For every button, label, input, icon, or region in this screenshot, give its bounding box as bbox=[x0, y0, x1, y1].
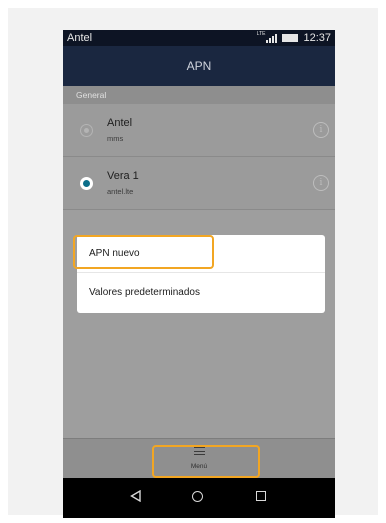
home-circle-icon[interactable] bbox=[192, 491, 203, 502]
reset-defaults-option[interactable]: Valores predeterminados bbox=[77, 273, 325, 311]
apn-item-antel[interactable]: Antel mms i bbox=[63, 104, 335, 157]
apn-value: mms bbox=[107, 134, 124, 143]
radio-selected-icon[interactable] bbox=[80, 176, 93, 190]
bottom-bar: Menú bbox=[63, 438, 335, 479]
radio-unselected-icon[interactable] bbox=[80, 123, 93, 137]
status-icons: LTE 12:37 bbox=[256, 31, 331, 44]
app-bar: APN bbox=[63, 46, 335, 86]
status-bar: Antel LTE 12:37 bbox=[63, 30, 335, 46]
info-icon[interactable]: i bbox=[313, 175, 329, 191]
reset-defaults-label: Valores predeterminados bbox=[89, 286, 200, 298]
carrier-name: Antel bbox=[67, 32, 93, 44]
apn-name: Antel bbox=[107, 117, 133, 129]
apn-name: Vera 1 bbox=[107, 170, 139, 182]
highlight-new-apn bbox=[73, 235, 214, 269]
section-label: General bbox=[76, 90, 107, 100]
back-triangle-icon[interactable] bbox=[130, 490, 142, 502]
apn-item-vera[interactable]: Vera 1 antel.lte i bbox=[63, 157, 335, 210]
phone-screen: Antel LTE 12:37 APN General Antel mms i … bbox=[63, 30, 335, 518]
signal-icon bbox=[266, 33, 278, 43]
navigation-bar bbox=[63, 478, 335, 518]
battery-icon bbox=[282, 34, 299, 42]
page-title: APN bbox=[186, 59, 212, 73]
network-type: LTE bbox=[256, 31, 266, 37]
highlight-menu bbox=[152, 445, 260, 478]
info-icon[interactable]: i bbox=[313, 122, 329, 138]
apn-value: antel.lte bbox=[107, 187, 134, 196]
apn-list: Antel mms i Vera 1 antel.lte i bbox=[63, 104, 335, 210]
clock: 12:37 bbox=[303, 32, 331, 44]
recent-square-icon[interactable] bbox=[256, 491, 266, 501]
section-header: General bbox=[63, 86, 335, 104]
